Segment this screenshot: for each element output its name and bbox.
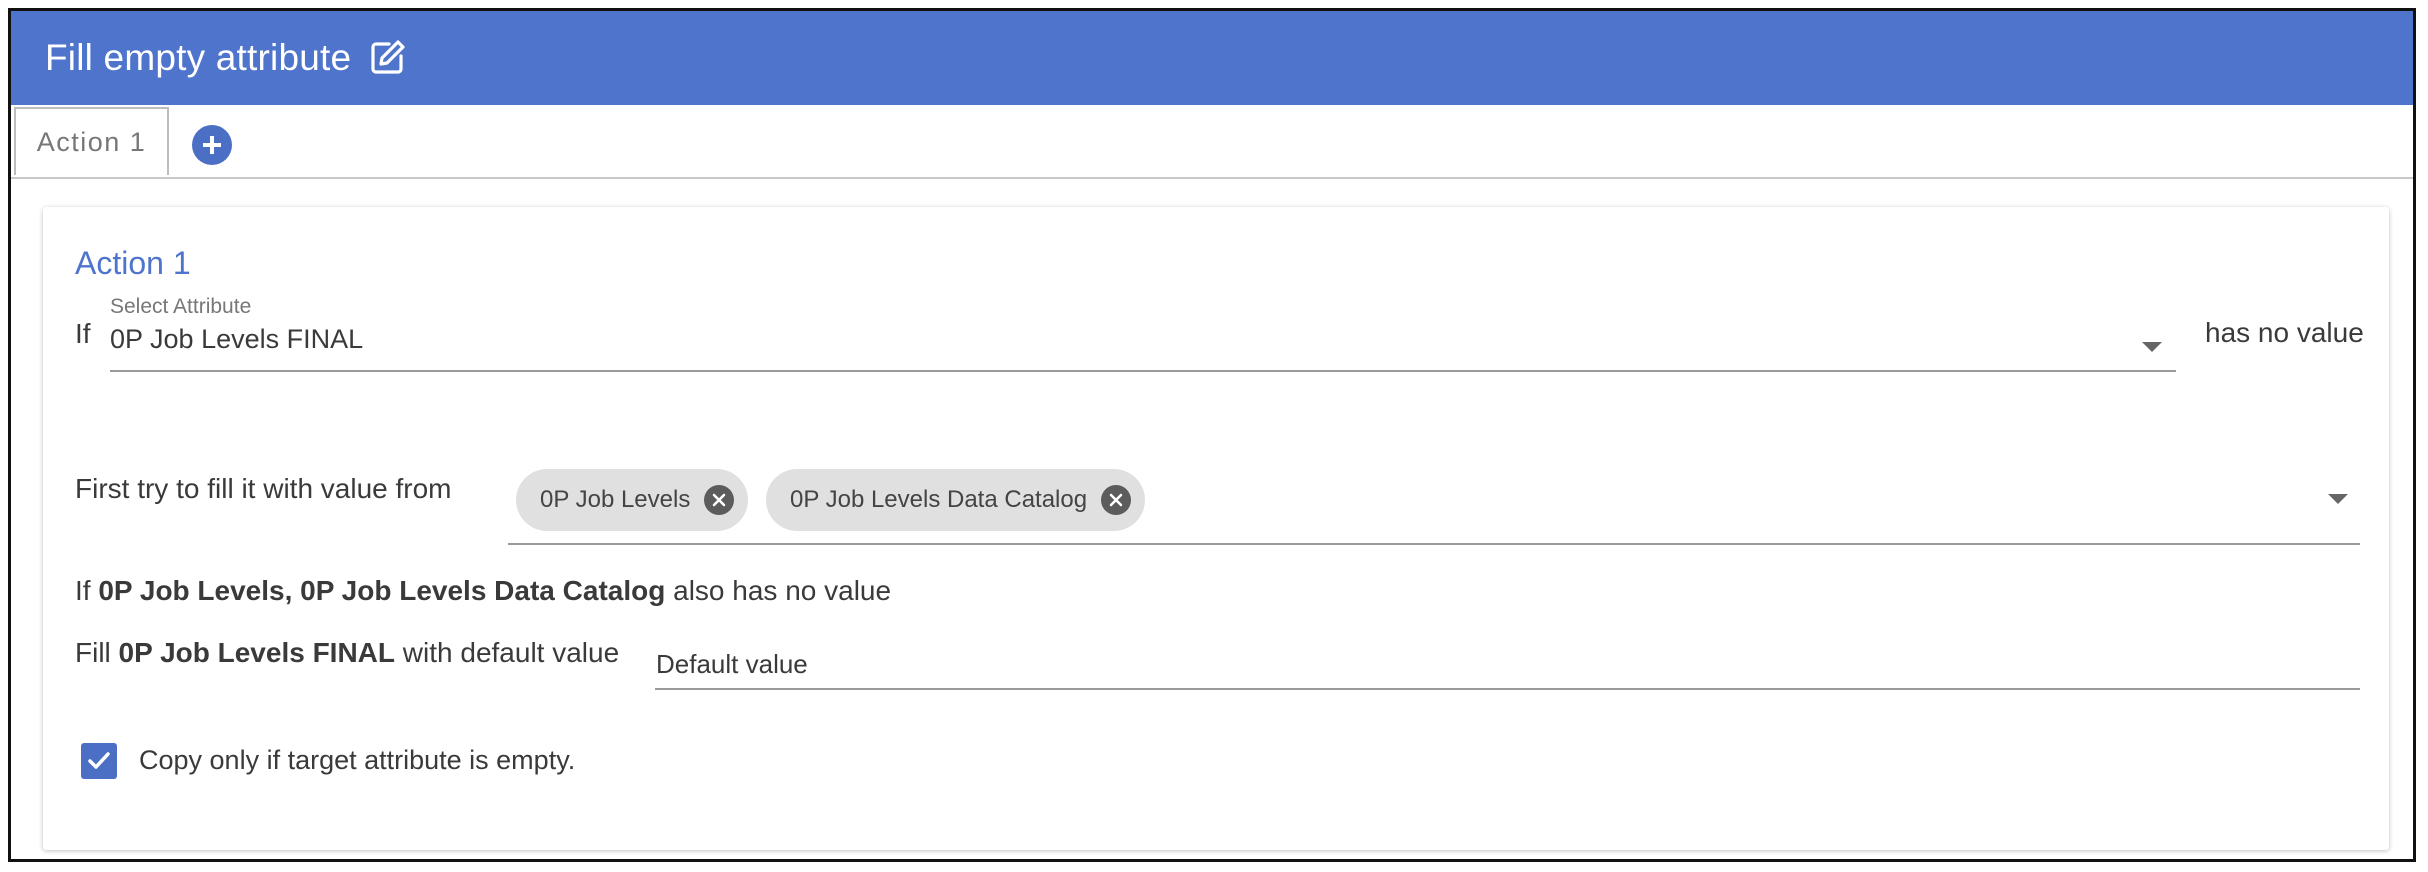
fill-default-sentence: Fill 0P Job Levels FINAL with default va… <box>75 637 619 669</box>
dialog-title: Fill empty attribute <box>45 37 352 78</box>
fallback-prefix: If <box>75 575 91 606</box>
plus-circle-icon[interactable] <box>192 125 232 165</box>
default-value-input[interactable]: Default value <box>656 649 808 680</box>
select-attribute-dropdown[interactable]: 0P Job Levels FINAL <box>110 320 2176 372</box>
source-attributes-select[interactable]: 0P Job Levels 0P Job Levels Data Catalog <box>508 457 2360 545</box>
tab-bar: Action 1 <box>11 105 2413 179</box>
source-chip: 0P Job Levels <box>516 469 749 531</box>
if-label: If <box>75 318 91 349</box>
check-icon <box>88 752 110 769</box>
tab-action-1[interactable]: Action 1 <box>14 107 169 175</box>
select-attribute-label: Select Attribute <box>110 295 252 318</box>
dialog-header: Fill empty attribute <box>11 11 2413 105</box>
fill-prefix: Fill <box>75 637 111 668</box>
fill-target: 0P Job Levels FINAL <box>118 637 396 668</box>
chevron-down-icon <box>2328 494 2348 504</box>
dialog-frame: Fill empty attribute Action 1 Action 1 I… <box>8 8 2416 862</box>
source-chip: 0P Job Levels Data Catalog <box>766 469 1146 531</box>
fallback-suffix: also has no value <box>673 575 892 606</box>
chevron-down-icon <box>2142 342 2162 352</box>
fallback-sources: 0P Job Levels, 0P Job Levels Data Catalo… <box>98 575 666 606</box>
default-value-field[interactable]: Default value <box>655 637 2360 690</box>
edit-icon[interactable] <box>367 38 407 78</box>
remove-chip-icon[interactable] <box>704 485 735 515</box>
copy-only-label: Copy only if target attribute is empty. <box>139 745 576 775</box>
action-title: Action 1 <box>75 245 191 281</box>
remove-chip-icon[interactable] <box>1101 485 1132 515</box>
first-try-label: First try to fill it with value from <box>75 473 452 504</box>
fill-suffix: with default value <box>402 637 620 668</box>
fallback-sentence: If 0P Job Levels, 0P Job Levels Data Cat… <box>75 575 891 607</box>
source-chip-label: 0P Job Levels <box>540 486 691 513</box>
select-attribute-value: 0P Job Levels FINAL <box>110 324 364 354</box>
copy-only-checkbox[interactable] <box>81 743 117 779</box>
has-no-value-label: has no value <box>2205 317 2364 348</box>
source-chip-label: 0P Job Levels Data Catalog <box>790 486 1088 513</box>
action-card: Action 1 If Select Attribute 0P Job Leve… <box>43 207 2389 850</box>
